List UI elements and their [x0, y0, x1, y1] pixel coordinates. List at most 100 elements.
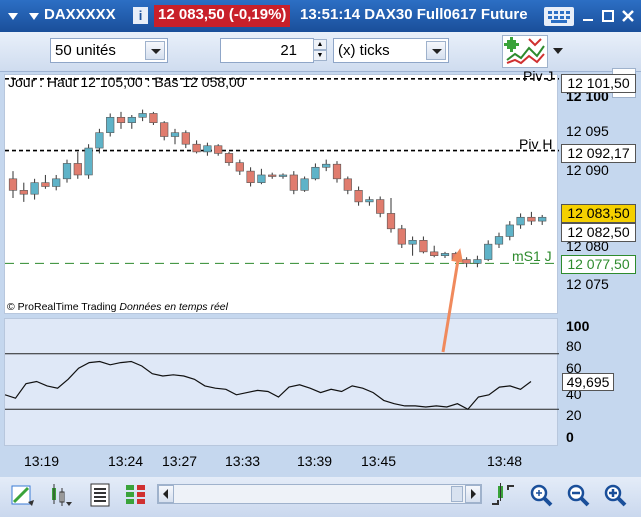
- annotation-arrow: [441, 248, 463, 353]
- time-label: 13:48: [487, 453, 523, 469]
- candle-body: [300, 178, 309, 191]
- candle-body: [170, 132, 180, 137]
- ticks-stepper[interactable]: ▲ ▼: [313, 39, 327, 62]
- daily-high-low: Jour : Haut 12 105,00 : Bas 12 058,00: [8, 74, 245, 90]
- scroll-left-button[interactable]: [158, 485, 174, 503]
- axis-label: 12 090: [566, 162, 609, 178]
- candle-body: [484, 243, 493, 260]
- keyboard-icon[interactable]: [544, 7, 574, 26]
- ticks-count-value: 21: [280, 42, 297, 59]
- oscillator-value-tag: 49,695: [562, 373, 614, 391]
- candlestick-chart[interactable]: [5, 75, 559, 315]
- trading-window: DAXXXXX i 12 083,50 (-0,19%) 13:51:14 DA…: [0, 0, 641, 517]
- info-icon[interactable]: i: [133, 7, 148, 24]
- ms1-j-price-tag: 12 077,50: [561, 255, 636, 274]
- oscillator-panel[interactable]: [4, 318, 559, 447]
- axis-label: 12 095: [566, 123, 609, 139]
- osc-axis-label: 20: [566, 407, 582, 423]
- list-view-icon[interactable]: [88, 482, 114, 508]
- candle-body: [257, 174, 266, 183]
- candle-body: [473, 259, 482, 264]
- time-label: 13:19: [24, 453, 60, 469]
- piv-j-label: Piv J: [523, 68, 554, 82]
- indicators-button[interactable]: [502, 35, 548, 68]
- oscillator-line: [4, 360, 532, 411]
- ticks-mode-dropdown-button[interactable]: [426, 41, 446, 60]
- minimize-icon[interactable]: [580, 8, 596, 24]
- candle-body: [397, 228, 406, 245]
- candle-body: [19, 190, 28, 195]
- dropdown-caret-icon[interactable]: [26, 8, 42, 24]
- piv-j-price-tag: 12 101,50: [561, 74, 636, 93]
- osc-axis-label: 80: [566, 338, 582, 354]
- zoom-in-icon[interactable]: [602, 482, 628, 508]
- candle-body: [419, 240, 428, 253]
- close-icon[interactable]: [620, 8, 636, 24]
- indicators-caret-icon[interactable]: [553, 48, 563, 54]
- candle-body: [268, 174, 277, 177]
- ticks-count-input[interactable]: 21: [220, 38, 314, 63]
- candle-body: [516, 216, 525, 226]
- time-label: 13:45: [361, 453, 397, 469]
- price-chart[interactable]: [4, 74, 559, 315]
- stepper-down-icon[interactable]: ▼: [313, 50, 327, 61]
- candle-body: [214, 145, 223, 154]
- candle-style-icon[interactable]: [46, 482, 72, 508]
- scroll-left-icon: [163, 489, 168, 499]
- scroll-thumb[interactable]: [451, 486, 463, 502]
- candle-body: [95, 132, 104, 149]
- candle-body: [386, 213, 396, 230]
- zoom-out-icon[interactable]: [565, 482, 591, 508]
- stepper-up-icon[interactable]: ▲: [313, 39, 327, 50]
- draw-line-icon[interactable]: [10, 482, 36, 508]
- candle-body: [192, 143, 201, 153]
- candle-body: [332, 163, 342, 180]
- candle-body: [246, 170, 255, 183]
- candle-body: [62, 163, 72, 180]
- candle-body: [505, 224, 514, 237]
- candle-body: [289, 174, 298, 191]
- horizontal-scrollbar[interactable]: [157, 484, 482, 504]
- candle-body: [278, 174, 288, 177]
- time-label: 13:33: [225, 453, 261, 469]
- candle-body: [343, 178, 352, 191]
- menu-caret-icon[interactable]: [5, 8, 21, 24]
- candle-body: [73, 163, 82, 176]
- time-label: 13:39: [297, 453, 333, 469]
- candle-body: [311, 166, 320, 180]
- last-price-tag: 12 083,50: [561, 204, 636, 223]
- current-price-tag: 12 082,50: [561, 223, 636, 242]
- order-book-icon[interactable]: [123, 482, 149, 508]
- candle-body: [41, 182, 50, 187]
- piv-h-label: Piv H: [519, 136, 553, 152]
- scroll-right-button[interactable]: [465, 485, 481, 503]
- piv-h-price-tag: 12 092,17: [561, 144, 636, 163]
- time-label: 13:27: [162, 453, 198, 469]
- auto-scale-icon[interactable]: [490, 482, 516, 508]
- ticks-mode-select[interactable]: (x) ticks: [333, 38, 449, 63]
- candle-body: [138, 113, 147, 118]
- candle-body: [224, 153, 234, 163]
- candle-body: [322, 163, 331, 168]
- candle-body: [116, 116, 126, 123]
- candle-body: [84, 147, 93, 176]
- ticks-mode-value: (x) ticks: [338, 42, 390, 59]
- zoom-fit-icon[interactable]: [528, 482, 554, 508]
- maximize-icon[interactable]: [600, 8, 616, 24]
- osc-axis-label: 100: [566, 318, 590, 334]
- units-select-value: 50 unités: [55, 42, 116, 59]
- window-title: 13:51:14 DAX30 Full0617 Future: [300, 6, 528, 23]
- oscillator-chart[interactable]: [4, 319, 559, 447]
- candle-body: [408, 240, 417, 245]
- units-select[interactable]: 50 unités: [50, 38, 168, 63]
- osc-axis-label: 0: [566, 429, 574, 445]
- units-dropdown-button[interactable]: [145, 41, 165, 60]
- candle-body: [160, 122, 169, 137]
- candle-body: [203, 145, 212, 153]
- candle-body: [106, 116, 115, 133]
- symbol-name[interactable]: DAXXXXX: [44, 6, 116, 23]
- candle-body: [149, 113, 158, 123]
- ms1-j-label: mS1 J: [512, 248, 552, 264]
- price-change-badge: 12 083,50 (-0,19%): [154, 5, 291, 27]
- scroll-right-icon: [471, 489, 476, 499]
